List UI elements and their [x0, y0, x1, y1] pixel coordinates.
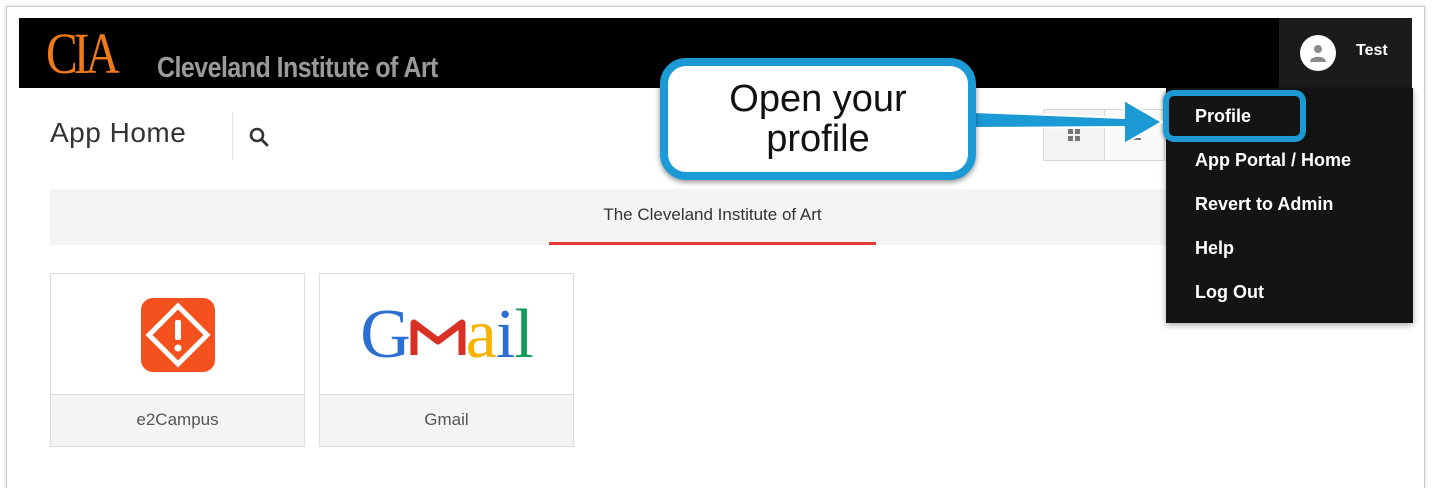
menu-item-app-portal-home[interactable]: App Portal / Home: [1195, 150, 1351, 171]
app-tile-gmail[interactable]: Gail Gmail: [319, 273, 574, 447]
list-view-button[interactable]: [1104, 110, 1164, 160]
search-button[interactable]: [247, 125, 271, 149]
user-name: Test: [1356, 42, 1388, 59]
page-title: App Home: [50, 117, 187, 148]
user-menu-toggle[interactable]: Test: [1279, 18, 1412, 88]
header-divider: [232, 112, 233, 160]
app-tile-label: e2Campus: [51, 394, 304, 446]
cia-logo-text: Cleveland Institute of Art: [157, 52, 438, 84]
e2campus-alert-icon: [140, 297, 215, 372]
view-toggle: [1043, 109, 1165, 161]
list-icon: [1127, 130, 1142, 140]
grid-view-button[interactable]: [1044, 110, 1105, 160]
menu-item-revert-to-admin[interactable]: Revert to Admin: [1195, 194, 1333, 215]
callout-text: Open your profile: [729, 78, 907, 160]
profile-highlight-box: [1163, 90, 1306, 142]
app-tile-e2campus[interactable]: e2Campus: [50, 273, 305, 447]
callout-bubble: Open your profile: [660, 58, 976, 180]
search-icon: [249, 127, 269, 147]
app-tile-label: Gmail: [320, 394, 573, 446]
grid-icon: [1067, 129, 1080, 141]
cia-logo-mark: CIA: [46, 21, 120, 86]
gmail-logo: Gail: [360, 295, 534, 373]
tab-cleveland-institute-of-art[interactable]: The Cleveland Institute of Art: [549, 189, 876, 245]
user-icon: [1300, 35, 1336, 71]
menu-item-help[interactable]: Help: [1195, 238, 1234, 259]
menu-item-log-out[interactable]: Log Out: [1195, 282, 1264, 303]
